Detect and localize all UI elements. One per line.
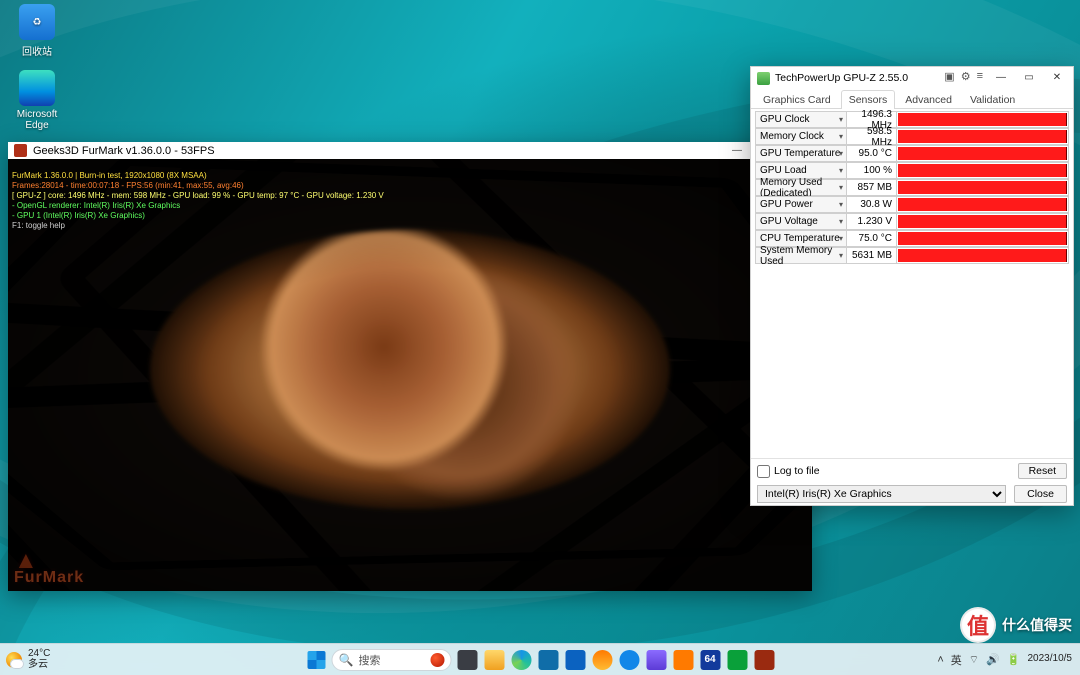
reset-button[interactable]: Reset bbox=[1018, 463, 1067, 479]
taskbar-clock[interactable]: 2023/10/5 bbox=[1028, 654, 1073, 665]
menu-icon[interactable]: ≡ bbox=[977, 70, 983, 83]
sensor-label[interactable]: GPU Power bbox=[755, 196, 847, 213]
weather-cond: 多云 bbox=[28, 660, 50, 671]
weather-icon bbox=[6, 652, 22, 668]
todo-button[interactable] bbox=[564, 648, 587, 671]
taskbar-search[interactable]: 🔍 搜索 bbox=[332, 649, 452, 671]
explorer-button[interactable] bbox=[483, 648, 506, 671]
search-highlight-icon bbox=[431, 653, 445, 667]
furmark-logo: FurMark bbox=[14, 547, 84, 587]
taskbar-weather[interactable]: 24°C 多云 bbox=[0, 649, 50, 670]
search-icon: 🔍 bbox=[339, 653, 354, 667]
sensor-graph[interactable] bbox=[897, 111, 1069, 128]
sensor-value[interactable]: 857 MB bbox=[847, 179, 897, 196]
furmark-title: Geeks3D FurMark v1.36.0.0 - 53FPS bbox=[33, 145, 215, 157]
app-button-2[interactable] bbox=[618, 648, 641, 671]
sensor-graph[interactable] bbox=[897, 145, 1069, 162]
taskbar[interactable]: 24°C 多云 🔍 搜索 64 ˄ 英 ⌔ 🔊 🔋 2023/10/5 bbox=[0, 643, 1080, 675]
sensor-graph[interactable] bbox=[897, 128, 1069, 145]
sensor-label[interactable]: Memory Clock bbox=[755, 128, 847, 145]
sensor-value[interactable]: 30.8 W bbox=[847, 196, 897, 213]
furmark-overlay: FurMark 1.36.0.0 | Burn-in test, 1920x10… bbox=[12, 161, 384, 231]
log-label: Log to file bbox=[774, 465, 820, 477]
sensor-value[interactable]: 1.230 V bbox=[847, 213, 897, 230]
volume-icon[interactable]: 🔊 bbox=[986, 653, 1000, 666]
settings-icon[interactable]: ⚙ bbox=[961, 70, 971, 83]
sensor-row: GPU Voltage1.230 V bbox=[755, 213, 1069, 230]
minimize-button[interactable]: — bbox=[987, 67, 1015, 87]
edge-button[interactable] bbox=[510, 648, 533, 671]
gpuz-taskbar-button[interactable] bbox=[726, 648, 749, 671]
sensor-value[interactable]: 5631 MB bbox=[847, 247, 897, 264]
sensor-row: GPU Clock1496.3 MHz bbox=[755, 111, 1069, 128]
sensor-graph[interactable] bbox=[897, 247, 1069, 264]
device-select[interactable]: Intel(R) Iris(R) Xe Graphics bbox=[757, 485, 1006, 503]
gpuz-tabs: Graphics Card Sensors Advanced Validatio… bbox=[751, 89, 1073, 109]
close-button[interactable]: ✕ bbox=[1043, 67, 1071, 87]
tab-graphics-card[interactable]: Graphics Card bbox=[755, 90, 839, 109]
sensor-graph[interactable] bbox=[897, 196, 1069, 213]
tab-advanced[interactable]: Advanced bbox=[897, 90, 960, 109]
sensor-row: Memory Used (Dedicated)857 MB bbox=[755, 179, 1069, 196]
gpuz-title: TechPowerUp GPU-Z 2.55.0 bbox=[775, 72, 908, 84]
battery-icon[interactable]: 🔋 bbox=[1007, 653, 1021, 666]
desktop-icon-label: 回收站 bbox=[4, 43, 70, 58]
desktop-icon-label: Microsoft Edge bbox=[4, 109, 70, 131]
sensor-graph[interactable] bbox=[897, 230, 1069, 247]
gpuz-titlebar[interactable]: TechPowerUp GPU-Z 2.55.0 ▣ ⚙ ≡ — ▭ ✕ bbox=[751, 67, 1073, 89]
watermark-badge: 值 bbox=[960, 607, 996, 643]
maximize-button[interactable]: ▭ bbox=[1015, 67, 1043, 87]
app-button-4[interactable] bbox=[672, 648, 695, 671]
watermark: 值 什么值得买 bbox=[960, 607, 1072, 643]
gpuz-window[interactable]: TechPowerUp GPU-Z 2.55.0 ▣ ⚙ ≡ — ▭ ✕ Gra… bbox=[750, 66, 1074, 506]
wifi-icon[interactable]: ⌔ bbox=[969, 653, 979, 667]
taskbar-date: 2023/10/5 bbox=[1028, 654, 1073, 665]
recycle-bin-icon: ♻ bbox=[19, 4, 55, 40]
desktop-icon-recycle-bin[interactable]: ♻ 回收站 bbox=[4, 4, 70, 58]
furmark-viewport: FurMark 1.36.0.0 | Burn-in test, 1920x10… bbox=[8, 159, 812, 591]
sensor-value[interactable]: 75.0 °C bbox=[847, 230, 897, 247]
app-button-3[interactable] bbox=[645, 648, 668, 671]
app-button-1[interactable] bbox=[591, 648, 614, 671]
furmark-titlebar[interactable]: Geeks3D FurMark v1.36.0.0 - 53FPS — ▭ ✕ bbox=[8, 142, 812, 159]
sensor-label[interactable]: System Memory Used bbox=[755, 247, 847, 264]
ime-indicator[interactable]: 英 bbox=[951, 652, 962, 668]
furmark-icon bbox=[14, 144, 27, 157]
sensor-row: GPU Power30.8 W bbox=[755, 196, 1069, 213]
start-button[interactable] bbox=[305, 648, 328, 671]
watermark-text: 什么值得买 bbox=[1002, 615, 1072, 635]
sensor-row: GPU Temperature95.0 °C bbox=[755, 145, 1069, 162]
app-button-aida64[interactable]: 64 bbox=[699, 648, 722, 671]
log-to-file-checkbox[interactable]: Log to file bbox=[757, 465, 820, 478]
furmark-taskbar-button[interactable] bbox=[753, 648, 776, 671]
sensor-value[interactable]: 100 % bbox=[847, 162, 897, 179]
desktop-icon-edge[interactable]: Microsoft Edge bbox=[4, 70, 70, 131]
sensor-label[interactable]: GPU Voltage bbox=[755, 213, 847, 230]
search-placeholder: 搜索 bbox=[358, 652, 380, 668]
minimize-button[interactable]: — bbox=[722, 142, 752, 159]
tab-sensors[interactable]: Sensors bbox=[841, 90, 896, 109]
sensor-label[interactable]: Memory Used (Dedicated) bbox=[755, 179, 847, 196]
task-view-button[interactable] bbox=[456, 648, 479, 671]
sensor-label[interactable]: GPU Clock bbox=[755, 111, 847, 128]
sensor-value[interactable]: 95.0 °C bbox=[847, 145, 897, 162]
tray-chevron-icon[interactable]: ˄ bbox=[937, 654, 943, 666]
sensor-value[interactable]: 598.5 MHz bbox=[847, 128, 897, 145]
store-button[interactable] bbox=[537, 648, 560, 671]
sensor-graph[interactable] bbox=[897, 162, 1069, 179]
gpuz-sensor-list: GPU Clock1496.3 MHzMemory Clock598.5 MHz… bbox=[751, 109, 1073, 458]
screenshot-icon[interactable]: ▣ bbox=[944, 70, 954, 83]
sensor-row: System Memory Used5631 MB bbox=[755, 247, 1069, 264]
sensor-label[interactable]: GPU Temperature bbox=[755, 145, 847, 162]
gpuz-icon bbox=[757, 72, 770, 85]
sensor-graph[interactable] bbox=[897, 179, 1069, 196]
sensor-graph[interactable] bbox=[897, 213, 1069, 230]
close-button-bottom[interactable]: Close bbox=[1014, 485, 1067, 503]
log-checkbox[interactable] bbox=[757, 465, 770, 478]
furmark-window[interactable]: Geeks3D FurMark v1.36.0.0 - 53FPS — ▭ ✕ … bbox=[8, 142, 812, 591]
weather-temp: 24°C bbox=[28, 649, 50, 660]
edge-icon bbox=[19, 70, 55, 106]
tab-validation[interactable]: Validation bbox=[962, 90, 1023, 109]
sensor-row: Memory Clock598.5 MHz bbox=[755, 128, 1069, 145]
